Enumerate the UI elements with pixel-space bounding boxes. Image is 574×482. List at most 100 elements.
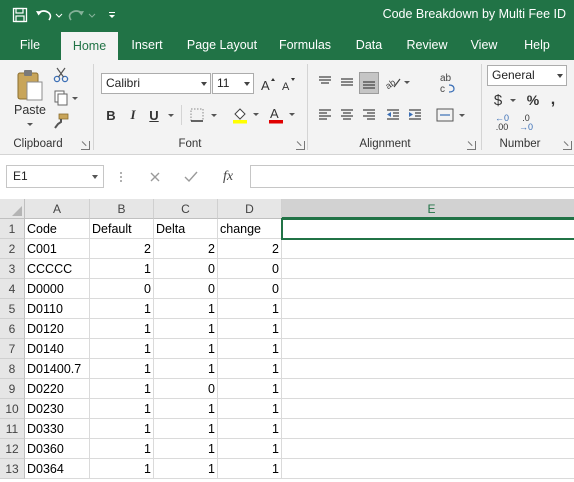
data-cell[interactable]: 0: [90, 279, 154, 299]
column-header-d[interactable]: D: [218, 199, 282, 219]
row-header[interactable]: 11: [0, 419, 25, 439]
orientation-icon[interactable]: ab: [383, 72, 415, 92]
align-right-icon[interactable]: [359, 105, 379, 125]
comma-style-button[interactable]: ,: [546, 90, 560, 110]
data-cell[interactable]: 1: [90, 419, 154, 439]
data-cell[interactable]: 1: [218, 339, 282, 359]
row-header[interactable]: 4: [0, 279, 25, 299]
tab-formulas[interactable]: Formulas: [274, 30, 336, 60]
empty-cell[interactable]: [282, 259, 574, 279]
row-header[interactable]: 8: [0, 359, 25, 379]
header-cell[interactable]: Default: [90, 219, 154, 239]
increase-font-size-icon[interactable]: A: [259, 73, 277, 94]
percent-style-button[interactable]: %: [524, 90, 542, 110]
borders-icon[interactable]: [188, 105, 222, 125]
tab-help[interactable]: Help: [515, 30, 559, 60]
empty-cell[interactable]: [282, 299, 574, 319]
empty-cell[interactable]: [282, 399, 574, 419]
data-cell[interactable]: D0110: [25, 299, 90, 319]
empty-cell[interactable]: [282, 439, 574, 459]
data-cell[interactable]: 1: [90, 459, 154, 479]
data-cell[interactable]: 1: [218, 399, 282, 419]
data-cell[interactable]: 0: [154, 279, 218, 299]
tab-insert[interactable]: Insert: [124, 30, 170, 60]
enter-icon[interactable]: [180, 168, 202, 186]
empty-cell[interactable]: [282, 359, 574, 379]
redo-icon[interactable]: [66, 4, 100, 26]
tab-file[interactable]: File: [8, 30, 52, 60]
tab-view[interactable]: View: [463, 30, 505, 60]
decrease-font-size-icon[interactable]: A: [280, 73, 298, 94]
data-cell[interactable]: 0: [154, 379, 218, 399]
data-cell[interactable]: 1: [90, 439, 154, 459]
row-header[interactable]: 6: [0, 319, 25, 339]
data-cell[interactable]: 1: [154, 339, 218, 359]
empty-cell[interactable]: [282, 379, 574, 399]
row-header[interactable]: 7: [0, 339, 25, 359]
number-format-select[interactable]: General: [487, 65, 567, 86]
customize-qat-icon[interactable]: [100, 4, 124, 26]
empty-cell[interactable]: [282, 339, 574, 359]
cancel-icon[interactable]: [144, 168, 166, 186]
empty-cell[interactable]: [282, 279, 574, 299]
data-cell[interactable]: D0000: [25, 279, 90, 299]
data-cell[interactable]: D0230: [25, 399, 90, 419]
header-cell[interactable]: Code: [25, 219, 90, 239]
align-center-icon[interactable]: [337, 105, 357, 125]
copy-icon[interactable]: [52, 89, 80, 107]
top-align-icon[interactable]: [315, 72, 335, 92]
decrease-decimal-button[interactable]: .0 →0: [514, 112, 538, 134]
data-cell[interactable]: 1: [218, 359, 282, 379]
merge-center-icon[interactable]: [434, 105, 470, 125]
select-all-button[interactable]: [0, 199, 25, 219]
empty-cell[interactable]: [282, 239, 574, 259]
data-cell[interactable]: 1: [154, 419, 218, 439]
alignment-launcher-icon[interactable]: [467, 141, 476, 150]
paste-dropdown-icon[interactable]: [24, 120, 36, 128]
tab-page-layout[interactable]: Page Layout: [182, 30, 262, 60]
data-cell[interactable]: 1: [90, 339, 154, 359]
font-color-icon[interactable]: A: [266, 105, 300, 125]
data-cell[interactable]: D0364: [25, 459, 90, 479]
data-cell[interactable]: D0330: [25, 419, 90, 439]
data-cell[interactable]: D0140: [25, 339, 90, 359]
column-header-c[interactable]: C: [154, 199, 218, 219]
data-cell[interactable]: 1: [218, 439, 282, 459]
data-cell[interactable]: CCCCC: [25, 259, 90, 279]
data-cell[interactable]: D0360: [25, 439, 90, 459]
number-launcher-icon[interactable]: [563, 141, 572, 150]
data-cell[interactable]: 1: [218, 419, 282, 439]
empty-cell[interactable]: [282, 319, 574, 339]
align-left-icon[interactable]: [315, 105, 335, 125]
fill-color-icon[interactable]: [230, 105, 264, 125]
row-header[interactable]: 13: [0, 459, 25, 479]
empty-cell[interactable]: [282, 419, 574, 439]
data-cell[interactable]: 2: [90, 239, 154, 259]
data-cell[interactable]: 1: [154, 439, 218, 459]
data-cell[interactable]: 1: [154, 399, 218, 419]
row-header[interactable]: 2: [0, 239, 25, 259]
data-cell[interactable]: 1: [90, 399, 154, 419]
insert-function-button[interactable]: fx: [216, 167, 240, 187]
data-cell[interactable]: 1: [218, 319, 282, 339]
cut-icon[interactable]: [52, 66, 70, 84]
data-cell[interactable]: 1: [90, 299, 154, 319]
data-cell[interactable]: 1: [90, 379, 154, 399]
increase-indent-icon[interactable]: [405, 105, 425, 125]
data-cell[interactable]: D0120: [25, 319, 90, 339]
data-cell[interactable]: 0: [154, 259, 218, 279]
row-header[interactable]: 12: [0, 439, 25, 459]
name-box[interactable]: E1: [6, 165, 104, 188]
data-cell[interactable]: C001: [25, 239, 90, 259]
formula-input[interactable]: [250, 165, 574, 188]
data-cell[interactable]: 1: [154, 299, 218, 319]
row-header[interactable]: 1: [0, 219, 25, 239]
font-name-select[interactable]: Calibri: [101, 73, 211, 94]
data-cell[interactable]: D0220: [25, 379, 90, 399]
tab-data[interactable]: Data: [347, 30, 391, 60]
tab-home[interactable]: Home: [61, 32, 118, 60]
wrap-text-icon[interactable]: ab c: [436, 70, 458, 96]
data-cell[interactable]: 1: [154, 359, 218, 379]
data-cell[interactable]: 0: [218, 259, 282, 279]
worksheet-grid[interactable]: A B C D E 1 Code Default Delta change 2 C001 2 2 2 3 CCC…: [0, 199, 574, 482]
